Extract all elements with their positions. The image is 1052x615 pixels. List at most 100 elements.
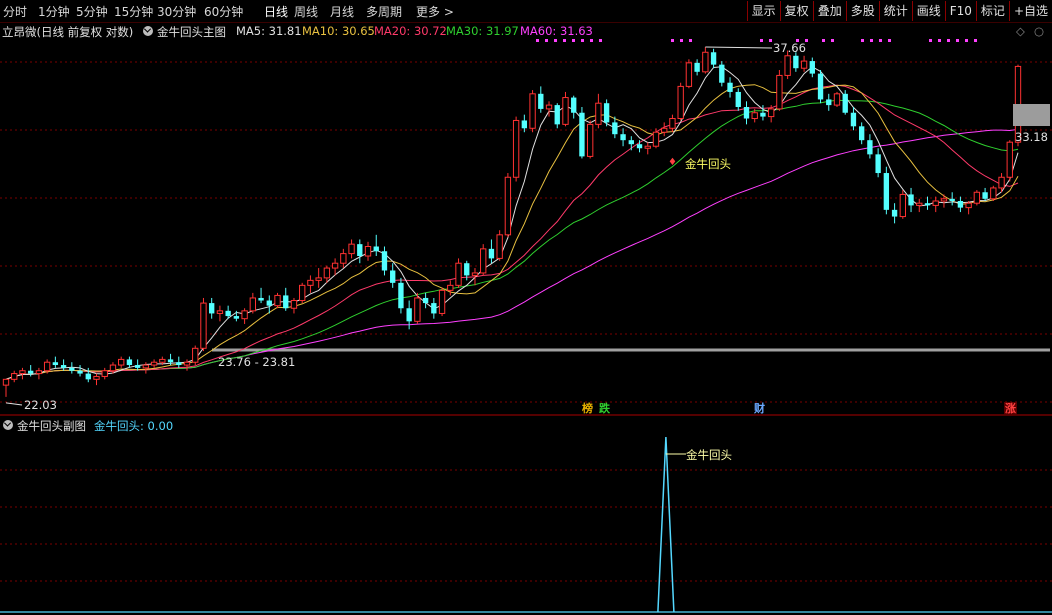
candle-body [464,263,470,276]
candle-body [307,279,314,286]
candle-body [364,246,372,257]
candle-body [784,55,791,76]
candle-body [2,378,10,386]
candle-body [11,373,18,380]
candle-body [859,126,865,141]
candle-body [793,55,799,69]
sub-chart-infobar: 金牛回头副图 金牛回头: 0.00 [0,418,1052,434]
candle-body [118,358,125,366]
price-cursor-box [1013,104,1050,126]
candle-body [504,176,512,236]
candle-body [850,112,857,127]
candle-body [274,294,281,307]
candle-body [216,310,224,314]
signal-dot [554,39,557,42]
candle-body [422,297,429,304]
candle-body [833,93,841,106]
current-price-label: 33.18 [1015,130,1048,144]
candle-body [373,246,379,252]
price-high-label: 37.66 [773,41,806,55]
event-badge-bang[interactable]: 榜 [581,402,594,415]
candle-body [661,127,668,133]
candle-body [603,103,610,123]
candle-body [488,248,495,259]
candle-body [710,52,717,65]
event-badge-die[interactable]: 跌 [598,402,611,415]
candle-body [735,91,741,108]
sub-indicator-name[interactable]: 金牛回头副图 [17,418,86,434]
signal-dot [671,39,674,42]
candle-body [620,134,626,141]
sub-signal-label: 金牛回头 [686,448,732,462]
candle-body [990,187,997,200]
candle-body [142,364,150,369]
candle-body [348,243,355,255]
candle-body [694,62,700,72]
candle-body [159,358,166,363]
candle-body [982,192,988,199]
candle-body [331,262,339,269]
candle-body [529,93,536,129]
candle-body [398,282,404,309]
candle-body [826,99,832,106]
candle-body [817,73,824,100]
candle-body [652,131,660,147]
candle-body [628,140,634,145]
candle-body [669,118,676,129]
candle-body [916,202,923,206]
candle-body [340,253,347,264]
candle-body [93,375,100,380]
signal-label: 金牛回头 [685,157,731,171]
candle-body [225,310,231,317]
candle-body [167,359,174,363]
signal-dot [680,39,683,42]
candle-body [899,193,906,218]
sub-signal-spike [657,436,675,613]
candle-body [126,359,133,366]
candle-body [447,284,454,291]
candle-body [998,176,1005,189]
signal-dot [689,39,692,42]
candle-body [414,297,421,322]
candle-body [283,295,289,309]
chevron-down-icon[interactable] [3,420,13,430]
candle-body [35,370,43,375]
candle-body [390,270,396,283]
candle-body [612,122,618,135]
event-badge-zhang[interactable]: 涨 [1004,402,1017,415]
event-badge-cai[interactable]: 财 [753,402,766,415]
signal-dot [822,39,825,42]
candle-body [875,154,881,174]
sub-indicator-toggle[interactable] [3,418,13,432]
candle-body [258,297,264,301]
candle-body [85,373,91,380]
signal-dot [572,39,575,42]
candle-body [438,289,446,314]
candle-body [595,102,602,125]
price-low-label: 22.03 [24,398,57,412]
candle-body [743,107,750,119]
signal-dot [545,39,548,42]
signal-dot [536,39,539,42]
candle-body [973,191,981,204]
candle-body [496,234,503,259]
candle-body [571,97,577,113]
diamond-icon: ♦ [668,157,677,168]
ma20-line [5,84,1019,380]
candle-body [480,248,487,274]
candle-body [1006,141,1013,178]
candle-body [538,93,544,109]
signal-dot [760,39,763,42]
low-pointer [5,402,23,406]
signal-dot [888,39,891,42]
candle-body [28,370,34,374]
candle-body [636,144,643,149]
signal-dot [974,39,977,42]
candle-body [586,123,594,157]
candle-body [949,198,955,201]
candle-body [266,300,272,306]
candle-body [751,112,758,120]
candle-body [77,370,83,374]
signal-dot [870,39,873,42]
candle-body [176,362,182,366]
